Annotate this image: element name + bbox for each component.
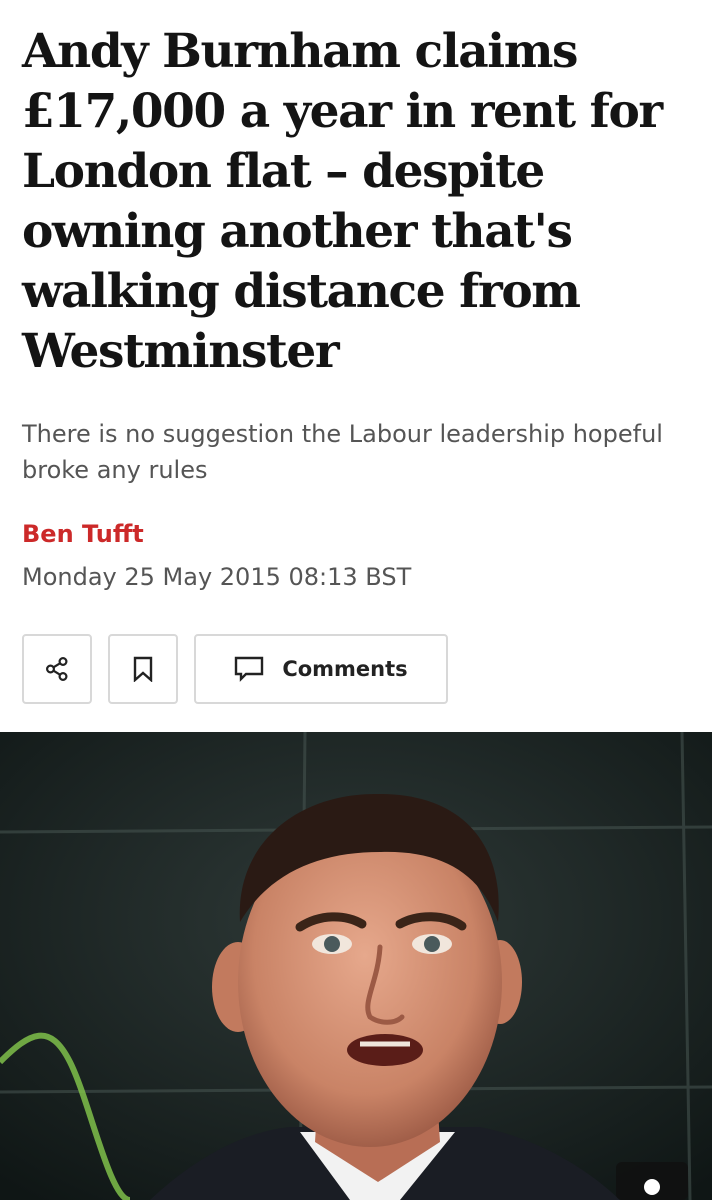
bookmark-icon xyxy=(133,656,153,682)
bookmark-button[interactable] xyxy=(108,634,178,704)
article-actions: Comments xyxy=(22,634,448,704)
standfirst: There is no suggestion the Labour leader… xyxy=(22,420,663,484)
publish-date: Monday 25 May 2015 08:13 BST xyxy=(22,563,412,591)
comments-button[interactable]: Comments xyxy=(194,634,448,704)
article-hero-image xyxy=(0,732,712,1200)
share-button[interactable] xyxy=(22,634,92,704)
speech-bubble-icon xyxy=(235,656,264,682)
article-header: Andy Burnham claims £17,000 a year in re… xyxy=(0,0,712,593)
comments-label: Comments xyxy=(282,657,408,681)
share-icon xyxy=(45,656,68,682)
headline: Andy Burnham claims £17,000 a year in re… xyxy=(22,24,663,379)
author-link[interactable]: Ben Tufft xyxy=(22,518,690,550)
